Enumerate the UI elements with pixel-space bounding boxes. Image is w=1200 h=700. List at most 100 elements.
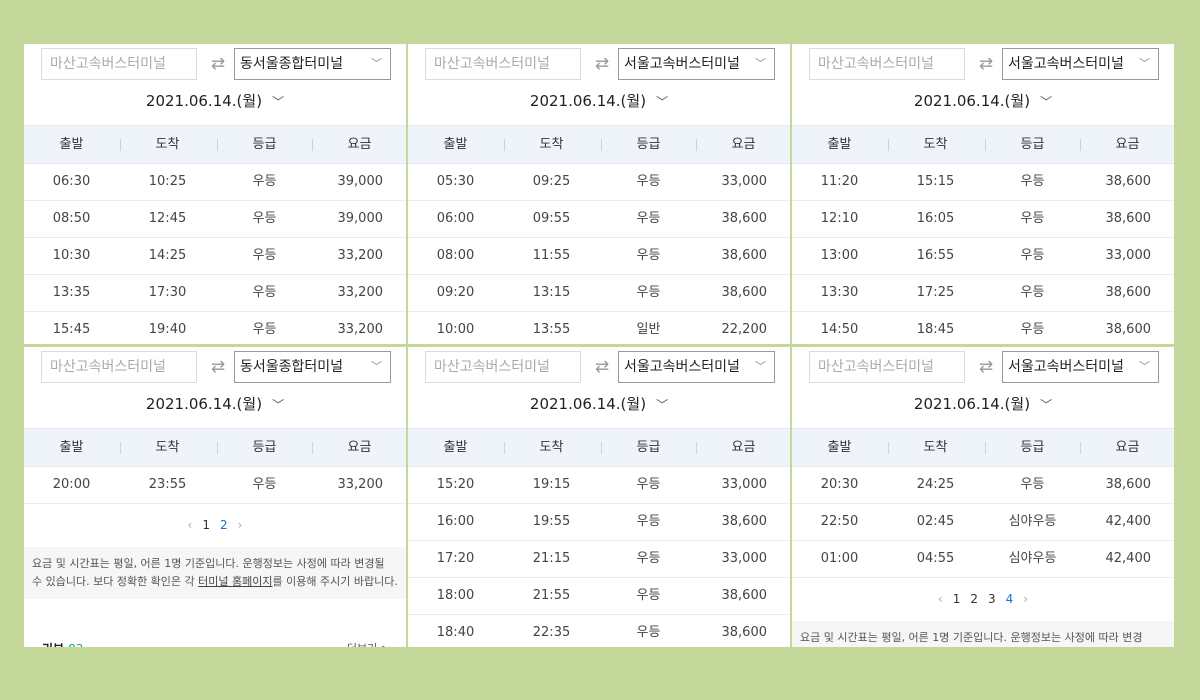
table-cell: 22:35 bbox=[532, 625, 571, 640]
date-selector[interactable]: 2021.06.14.(월) ﹀ bbox=[24, 393, 406, 414]
bus-schedule-panel: 마산고속버스터미널 ⇄ 동서울종합터미널 ﹀ 2021.06.14.(월) ﹀ 출발 도착 등급… bbox=[24, 347, 406, 647]
swap-arrows-icon[interactable]: ⇄ bbox=[585, 48, 619, 80]
chevron-down-icon: ﹀ bbox=[1139, 57, 1150, 70]
column-header: 출발 bbox=[59, 137, 84, 152]
date-selector[interactable]: 2021.06.14.(월) ﹀ bbox=[408, 90, 790, 111]
table-cell: 우등 bbox=[636, 285, 661, 300]
table-cell: 13:55 bbox=[532, 322, 571, 337]
table-cell: 19:15 bbox=[532, 477, 571, 492]
chevron-down-icon: ﹀ bbox=[1040, 398, 1053, 412]
departure-terminal-input[interactable]: 마산고속버스터미널 bbox=[425, 351, 581, 383]
column-header: 등급 bbox=[636, 440, 661, 455]
table-cell: 우등 bbox=[252, 477, 277, 492]
column-divider bbox=[312, 139, 313, 151]
table-cell: 우등 bbox=[252, 248, 277, 263]
chevron-left-icon[interactable]: ‹ bbox=[938, 592, 943, 606]
table-cell: 33,000 bbox=[721, 551, 768, 566]
page-link[interactable]: 4 bbox=[1006, 592, 1014, 606]
table-cell: 09:25 bbox=[532, 174, 571, 189]
date-selector[interactable]: 2021.06.14.(월) ﹀ bbox=[24, 90, 406, 111]
swap-arrows-icon[interactable]: ⇄ bbox=[201, 351, 235, 383]
arrival-terminal-select[interactable]: 서울고속버스터미널 ﹀ bbox=[618, 351, 775, 383]
table-cell: 02:45 bbox=[916, 514, 955, 529]
chevron-down-icon: ﹀ bbox=[371, 57, 382, 70]
swap-arrows-icon[interactable]: ⇄ bbox=[969, 351, 1003, 383]
arrival-terminal-select[interactable]: 서울고속버스터미널 ﹀ bbox=[618, 48, 775, 80]
page-link[interactable]: 1 bbox=[953, 592, 961, 606]
chevron-right-icon[interactable]: › bbox=[1023, 592, 1028, 606]
table-row: 18:40 22:35 우등 38,600 bbox=[408, 614, 790, 647]
column-divider bbox=[217, 442, 218, 454]
date-label: 2021.06.14.(월) bbox=[913, 395, 1031, 413]
table-cell: 우등 bbox=[1020, 248, 1045, 263]
swap-arrows-icon[interactable]: ⇄ bbox=[201, 48, 235, 80]
page-link[interactable]: 3 bbox=[988, 592, 996, 606]
swap-arrows-icon[interactable]: ⇄ bbox=[585, 351, 619, 383]
table-row: 01:00 04:55 심야우등 42,400 bbox=[792, 540, 1174, 578]
table-header: 출발 도착 등급 요금 bbox=[24, 125, 406, 164]
date-label: 2021.06.14.(월) bbox=[529, 92, 647, 110]
departure-terminal-input[interactable]: 마산고속버스터미널 bbox=[41, 351, 197, 383]
departure-terminal-input[interactable]: 마산고속버스터미널 bbox=[425, 48, 581, 80]
arrival-terminal-select[interactable]: 서울고속버스터미널 ﹀ bbox=[1002, 351, 1159, 383]
table-cell: 우등 bbox=[636, 588, 661, 603]
table-cell: 39,000 bbox=[337, 211, 384, 226]
chevron-down-icon: ﹀ bbox=[755, 360, 766, 373]
notice-text-end: 를 이용해 주시기 바랍니다. bbox=[272, 575, 398, 588]
date-selector[interactable]: 2021.06.14.(월) ﹀ bbox=[792, 393, 1174, 414]
table-row: 09:20 13:15 우등 38,600 bbox=[408, 274, 790, 312]
table-cell: 09:55 bbox=[532, 211, 571, 226]
arrival-terminal-label: 동서울종합터미널 bbox=[240, 56, 344, 72]
table-cell: 42,400 bbox=[1105, 551, 1152, 566]
page-link[interactable]: 2 bbox=[220, 518, 228, 532]
departure-terminal-input[interactable]: 마산고속버스터미널 bbox=[41, 48, 197, 80]
date-label: 2021.06.14.(월) bbox=[913, 92, 1031, 110]
more-link[interactable]: 더보기 > bbox=[347, 640, 390, 647]
arrival-terminal-select[interactable]: 동서울종합터미널 ﹀ bbox=[234, 351, 391, 383]
date-selector[interactable]: 2021.06.14.(월) ﹀ bbox=[792, 90, 1174, 111]
table-cell: 33,200 bbox=[337, 285, 384, 300]
date-selector[interactable]: 2021.06.14.(월) ﹀ bbox=[408, 393, 790, 414]
column-header: 요금 bbox=[1115, 440, 1140, 455]
table-header: 출발 도착 등급 요금 bbox=[408, 428, 790, 467]
date-label: 2021.06.14.(월) bbox=[529, 395, 647, 413]
table-cell: 16:55 bbox=[916, 248, 955, 263]
column-header: 요금 bbox=[731, 137, 756, 152]
arrival-terminal-select[interactable]: 동서울종합터미널 ﹀ bbox=[234, 48, 391, 80]
table-cell: 우등 bbox=[636, 211, 661, 226]
departure-terminal-input[interactable]: 마산고속버스터미널 bbox=[809, 48, 965, 80]
bus-schedule-panel: 마산고속버스터미널 ⇄ 서울고속버스터미널 ﹀ 2021.06.14.(월) ﹀ 출발 도착 등… bbox=[408, 44, 790, 344]
terminal-homepage-link[interactable]: 터미널 홈페이지 bbox=[198, 575, 272, 588]
table-cell: 38,600 bbox=[721, 248, 768, 263]
table-cell: 우등 bbox=[1020, 285, 1045, 300]
table-cell: 15:20 bbox=[436, 477, 475, 492]
table-cell: 09:20 bbox=[436, 285, 475, 300]
column-header: 도착 bbox=[923, 440, 948, 455]
table-cell: 우등 bbox=[1020, 322, 1045, 337]
arrival-terminal-select[interactable]: 서울고속버스터미널 ﹀ bbox=[1002, 48, 1159, 80]
column-divider bbox=[504, 139, 505, 151]
chevron-right-icon[interactable]: › bbox=[238, 518, 243, 532]
route-selector: 마산고속버스터미널 ⇄ 서울고속버스터미널 ﹀ bbox=[809, 48, 1159, 80]
table-cell: 38,600 bbox=[1105, 477, 1152, 492]
table-cell: 심야우등 bbox=[1008, 514, 1057, 529]
column-divider bbox=[601, 139, 602, 151]
column-header: 출발 bbox=[827, 137, 852, 152]
column-header: 도착 bbox=[155, 440, 180, 455]
table-cell: 38,600 bbox=[1105, 322, 1152, 337]
departure-terminal-input[interactable]: 마산고속버스터미널 bbox=[809, 351, 965, 383]
table-cell: 우등 bbox=[636, 514, 661, 529]
screenshot-collage: 마산고속버스터미널 ⇄ 동서울종합터미널 ﹀ 2021.06.14.(월) ﹀ 출발 도착 등급… bbox=[24, 44, 1174, 648]
arrival-terminal-label: 동서울종합터미널 bbox=[240, 359, 344, 375]
column-divider bbox=[312, 442, 313, 454]
table-cell: 19:40 bbox=[148, 322, 187, 337]
swap-arrows-icon[interactable]: ⇄ bbox=[969, 48, 1003, 80]
table-cell: 10:25 bbox=[148, 174, 187, 189]
table-row: 22:50 02:45 심야우등 42,400 bbox=[792, 503, 1174, 541]
table-row: 13:00 16:55 우등 33,000 bbox=[792, 237, 1174, 275]
table-cell: 08:00 bbox=[436, 248, 475, 263]
column-header: 출발 bbox=[443, 137, 468, 152]
chevron-left-icon[interactable]: ‹ bbox=[188, 518, 193, 532]
page-link[interactable]: 1 bbox=[202, 518, 210, 532]
page-link[interactable]: 2 bbox=[970, 592, 978, 606]
